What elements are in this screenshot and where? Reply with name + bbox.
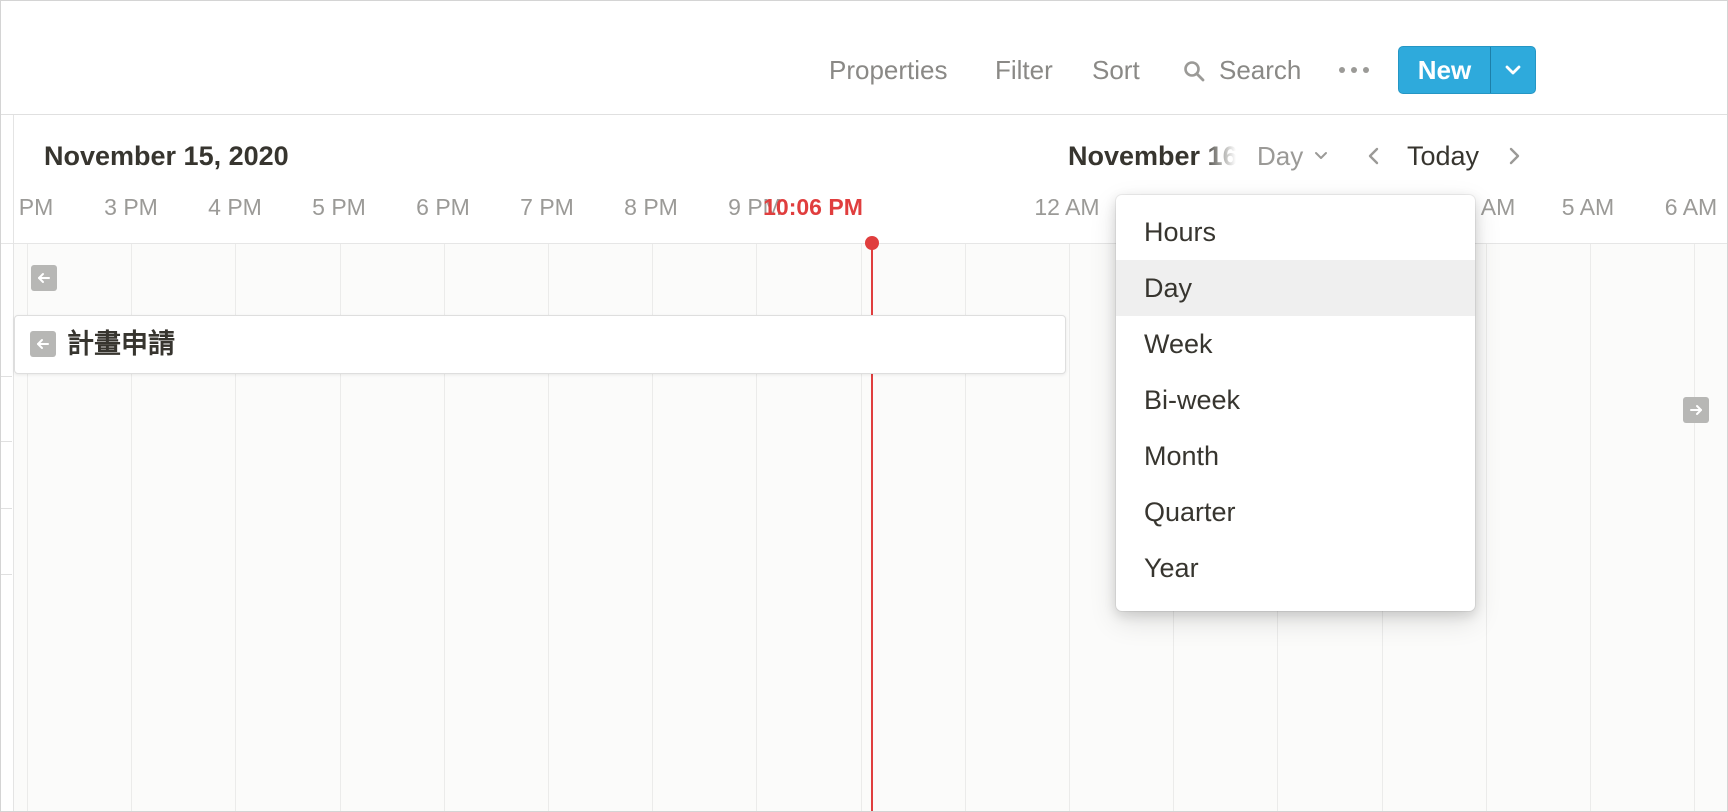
filter-button[interactable]: Filter: [995, 52, 1053, 88]
scroll-right-button[interactable]: [1683, 397, 1709, 423]
hour-label: 8 PM: [624, 194, 678, 220]
arrow-right-icon: [1690, 405, 1702, 415]
new-button-group: New: [1398, 46, 1536, 94]
new-button[interactable]: New: [1399, 47, 1490, 93]
sort-button[interactable]: Sort: [1092, 52, 1140, 88]
view-dropdown-menu: Hours Day Week Bi-week Month Quarter Yea…: [1116, 195, 1475, 611]
properties-button[interactable]: Properties: [829, 52, 948, 88]
hour-label: 5 AM: [1561, 194, 1615, 220]
new-button-divider: [1490, 47, 1491, 93]
menu-item-year[interactable]: Year: [1116, 540, 1475, 596]
menu-item-quarter[interactable]: Quarter: [1116, 484, 1475, 540]
menu-item-bi-week[interactable]: Bi-week: [1116, 372, 1475, 428]
hour-label: 4 PM: [208, 194, 262, 220]
hour-gridline: [1694, 244, 1695, 812]
current-date-title: November 15, 2020: [44, 141, 289, 171]
hour-label: 5 PM: [312, 194, 366, 220]
view-select[interactable]: Day: [1257, 138, 1303, 174]
chevron-down-icon[interactable]: [1502, 59, 1524, 81]
menu-item-day[interactable]: Day: [1116, 260, 1475, 316]
arrow-left-icon: [37, 339, 49, 349]
task-scroll-left-button[interactable]: [30, 331, 56, 357]
hour-gridline: [1486, 244, 1487, 812]
menu-item-month[interactable]: Month: [1116, 428, 1475, 484]
task-title: 計畫申請: [67, 329, 175, 359]
hour-label: 3 PM: [104, 194, 158, 220]
hour-gridline: [1069, 244, 1070, 812]
toolbar-divider: [0, 114, 1728, 115]
task-card[interactable]: 計畫申請: [14, 315, 1066, 374]
chevron-down-icon[interactable]: [1313, 148, 1329, 164]
hour-label: 6 PM: [416, 194, 470, 220]
more-icon[interactable]: [1337, 62, 1371, 78]
chevron-left-icon[interactable]: [1364, 144, 1384, 168]
menu-item-week[interactable]: Week: [1116, 316, 1475, 372]
current-time-label: 10:06 PM: [763, 194, 863, 220]
scroll-left-button[interactable]: [31, 265, 57, 291]
search-button[interactable]: Search: [1219, 52, 1301, 88]
row-tick: [0, 441, 12, 442]
row-tick: [0, 508, 12, 509]
hour-gridline: [1590, 244, 1591, 812]
arrow-left-icon: [38, 273, 50, 283]
row-tick: [0, 574, 12, 575]
search-icon[interactable]: [1183, 60, 1205, 82]
hour-label: 12 AM: [1034, 194, 1100, 220]
next-date-title: November 16: [1068, 141, 1236, 171]
timeline-view: Properties Filter Sort Search New Novemb…: [0, 0, 1728, 812]
menu-item-hours[interactable]: Hours: [1116, 204, 1475, 260]
row-tick: [0, 376, 12, 377]
chevron-right-icon[interactable]: [1504, 144, 1524, 168]
hour-label: 6 AM: [1664, 194, 1718, 220]
hour-label: 7 PM: [520, 194, 574, 220]
today-button[interactable]: Today: [1407, 138, 1479, 174]
current-time-dot: [865, 236, 879, 250]
